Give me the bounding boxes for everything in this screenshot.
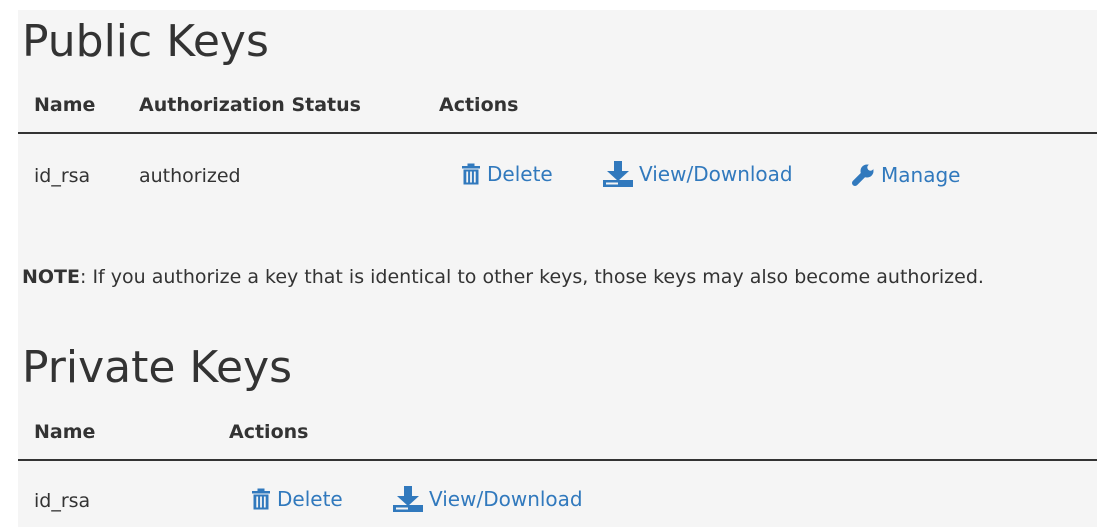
authorization-status: authorized (139, 165, 241, 187)
private-keys-title: Private Keys (22, 342, 293, 393)
note-text: : If you authorize a key that is identic… (80, 266, 984, 288)
manage-link[interactable]: Manage (851, 163, 960, 187)
manage-label: Manage (881, 163, 961, 187)
table-header-rule (18, 459, 1097, 461)
trash-icon (252, 488, 270, 510)
delete-link[interactable]: Delete (251, 488, 343, 510)
note-label: NOTE (22, 266, 80, 288)
delete-link[interactable]: Delete (461, 163, 553, 185)
key-name: id_rsa (34, 490, 91, 512)
left-strip (0, 0, 18, 527)
download-icon (603, 161, 633, 187)
download-icon (393, 486, 423, 512)
view-download-label: View/Download (429, 487, 583, 511)
column-header-authorization-status: Authorization Status (139, 94, 361, 116)
column-header-actions: Actions (439, 94, 519, 116)
wrench-icon (852, 164, 874, 186)
key-name: id_rsa (34, 165, 91, 187)
column-header-name: Name (34, 421, 96, 443)
column-header-name: Name (34, 94, 96, 116)
view-download-link[interactable]: View/Download (393, 486, 583, 512)
table-header-rule (18, 132, 1097, 134)
public-keys-title: Public Keys (22, 16, 269, 67)
view-download-link[interactable]: View/Download (603, 161, 793, 187)
top-strip (0, 0, 1097, 10)
view-download-label: View/Download (639, 162, 793, 186)
trash-icon (462, 163, 480, 185)
column-header-actions: Actions (229, 421, 309, 443)
delete-label: Delete (487, 162, 553, 186)
authorization-note: NOTE: If you authorize a key that is ide… (22, 268, 984, 287)
delete-label: Delete (277, 487, 343, 511)
